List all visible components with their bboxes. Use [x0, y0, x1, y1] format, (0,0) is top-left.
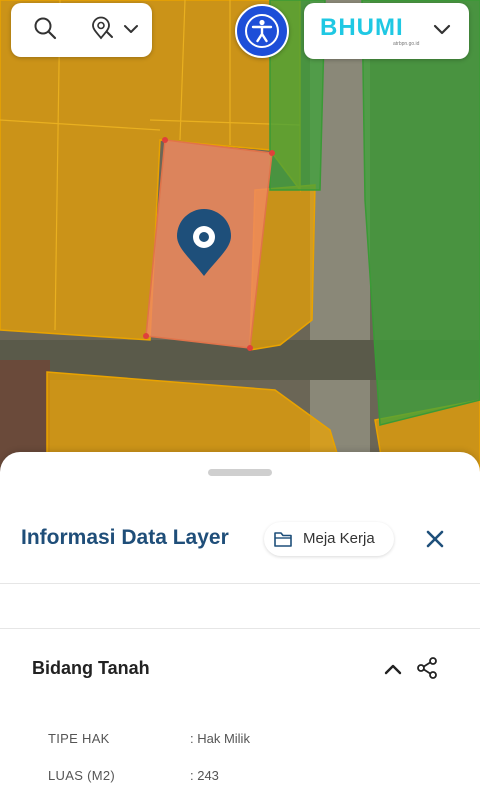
attribute-value: : Hak Milik [190, 731, 250, 746]
chevron-down-icon[interactable] [122, 22, 140, 41]
map-view[interactable] [0, 0, 480, 480]
accessibility-button[interactable] [235, 4, 289, 58]
share-icon[interactable] [415, 656, 439, 680]
panel-title: Informasi Data Layer [21, 526, 229, 549]
location-search-icon[interactable] [90, 16, 116, 47]
info-panel: Informasi Data Layer Meja Kerja Bidang T… [0, 452, 480, 804]
folder-icon [274, 532, 292, 547]
map-canvas [0, 0, 480, 480]
attribute-label: LUAS (M2) [48, 768, 115, 783]
search-icon[interactable] [33, 16, 59, 47]
close-icon[interactable] [422, 526, 448, 552]
divider [0, 583, 480, 584]
divider [0, 628, 480, 629]
workspace-label: Meja Kerja [303, 530, 375, 547]
drag-handle[interactable] [208, 469, 272, 476]
brand-logo: BHUMI [320, 14, 404, 41]
workspace-button[interactable]: Meja Kerja [264, 522, 394, 556]
parcel-green[interactable] [361, 0, 480, 426]
attribute-value: : 243 [190, 768, 219, 783]
chevron-up-icon[interactable] [382, 660, 404, 678]
brand-subtitle: atrbpn.go.id [393, 41, 420, 47]
brand-menu[interactable]: BHUMI atrbpn.go.id [304, 3, 469, 59]
search-toolbar [11, 3, 152, 57]
accessibility-icon [245, 14, 279, 48]
section-title: Bidang Tanah [32, 658, 150, 678]
chevron-down-icon[interactable] [432, 22, 452, 43]
attribute-label: TIPE HAK [48, 731, 110, 746]
